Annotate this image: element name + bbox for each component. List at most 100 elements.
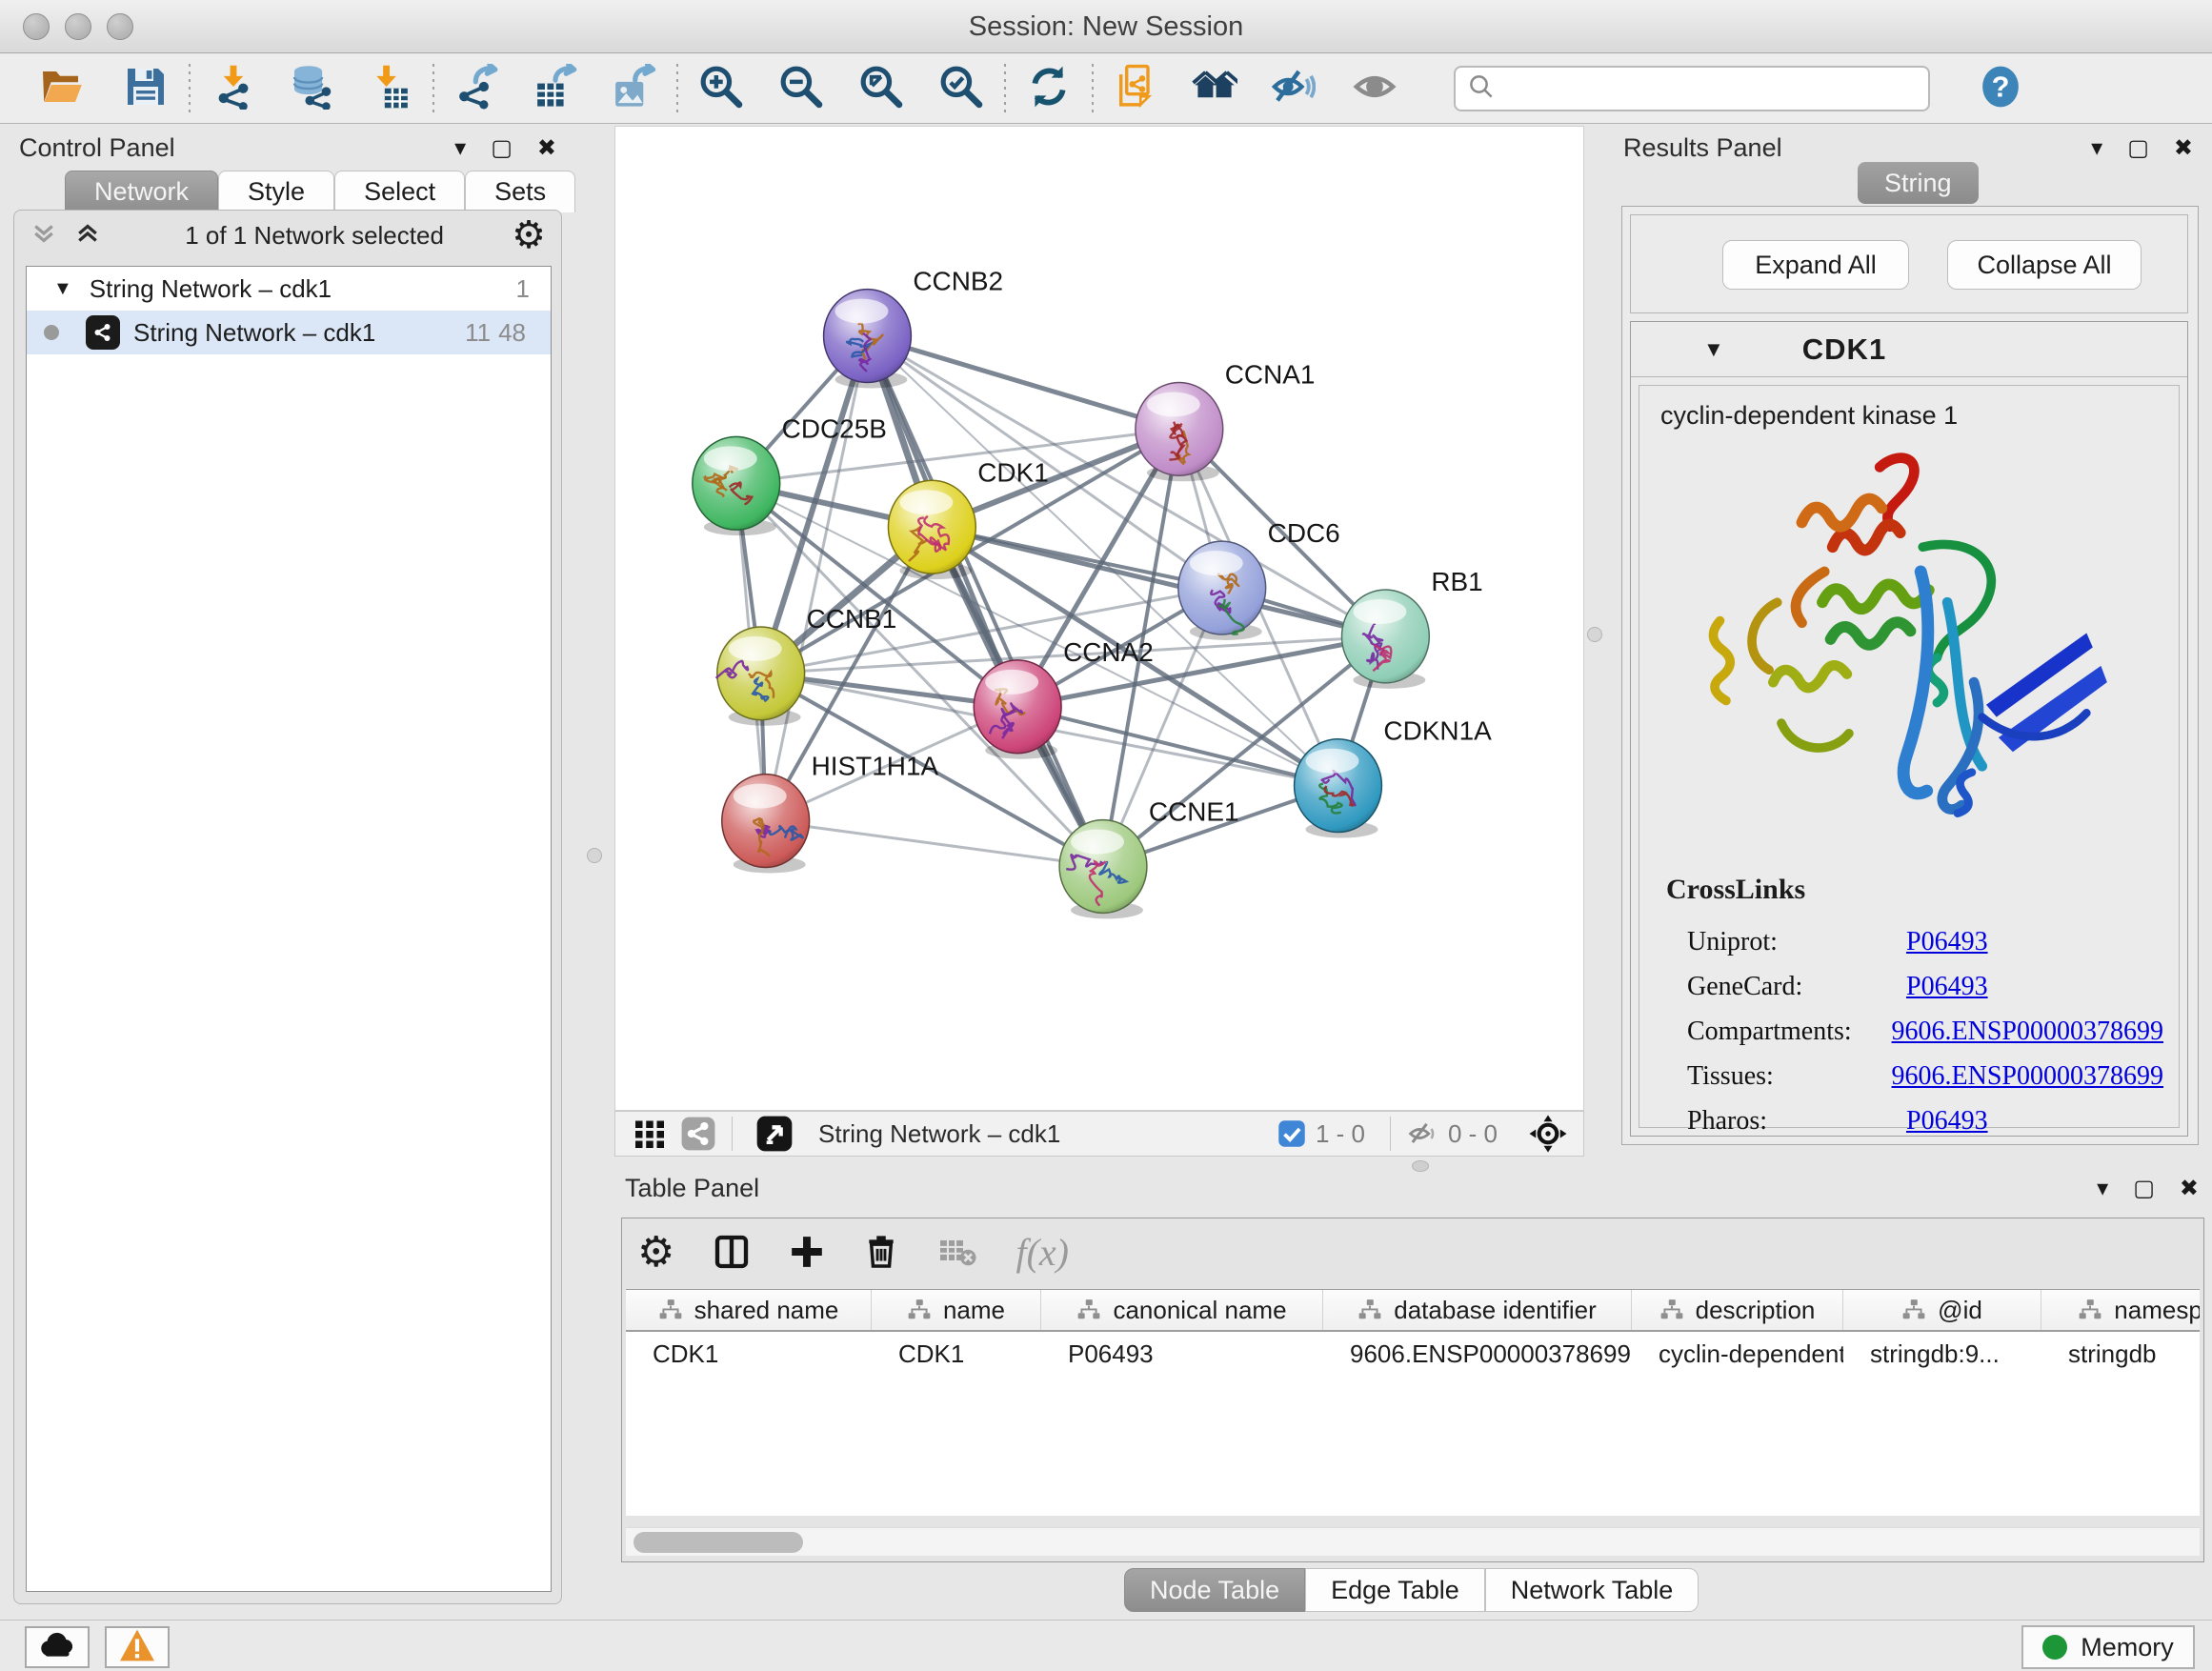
network-selection-status: 1 of 1 Network selected bbox=[117, 221, 512, 251]
crosslink-label: Pharos: bbox=[1687, 1106, 1906, 1137]
network-row-selected[interactable]: String Network – cdk1 11 48 bbox=[27, 311, 551, 354]
scrollbar-thumb[interactable] bbox=[633, 1532, 803, 1553]
panel-close-icon[interactable]: ✖ bbox=[537, 134, 556, 162]
column-header-shared-name[interactable]: shared name bbox=[626, 1290, 872, 1330]
column-header-description[interactable]: description bbox=[1632, 1290, 1843, 1330]
column-header-name[interactable]: name bbox=[872, 1290, 1041, 1330]
crosshair-icon[interactable] bbox=[1528, 1114, 1568, 1154]
horizontal-scrollbar[interactable] bbox=[626, 1527, 2200, 1556]
panel-menu-icon[interactable]: ▾ bbox=[454, 134, 466, 162]
selected-checkbox-icon[interactable] bbox=[1277, 1119, 1306, 1148]
open-in-window-icon[interactable] bbox=[755, 1115, 794, 1153]
network-node-rb1[interactable]: RB1 bbox=[1341, 567, 1482, 689]
show-all-button[interactable] bbox=[1185, 63, 1244, 114]
network-graph[interactable]: CCNB2CCNA1CDC25BCDK1CDC6RB1CCNB1CCNA2CDK… bbox=[615, 127, 1583, 1110]
collection-expand-caret[interactable]: ▼ bbox=[53, 278, 72, 300]
tab-string[interactable]: String bbox=[1858, 162, 1979, 204]
crosslink-value-link[interactable]: P06493 bbox=[1906, 972, 1988, 1002]
birdseye-grid-icon[interactable] bbox=[633, 1117, 667, 1151]
cell-canonical-name[interactable]: P06493 bbox=[1041, 1332, 1323, 1376]
panel-menu-icon[interactable]: ▾ bbox=[2097, 1175, 2108, 1202]
entry-collapse-caret[interactable]: ▼ bbox=[1703, 337, 1724, 362]
tab-network[interactable]: Network bbox=[65, 171, 218, 212]
column-header-database-identifier[interactable]: database identifier bbox=[1323, 1290, 1632, 1330]
tab-network-table[interactable]: Network Table bbox=[1485, 1568, 1699, 1612]
panel-close-icon[interactable]: ✖ bbox=[2174, 134, 2193, 162]
search-input[interactable] bbox=[1454, 66, 1930, 111]
hide-selected-button[interactable] bbox=[1263, 63, 1322, 114]
delete-column-icon[interactable] bbox=[863, 1234, 899, 1270]
crosslink-label: Uniprot: bbox=[1687, 927, 1906, 957]
panel-float-icon[interactable]: ▢ bbox=[2127, 134, 2149, 162]
network-collection-row[interactable]: ▼ String Network – cdk1 1 bbox=[27, 267, 551, 311]
expand-all-button[interactable]: Expand All bbox=[1722, 240, 1909, 290]
crosslink-value-link[interactable]: 9606.ENSP00000378699 bbox=[1892, 1017, 2163, 1047]
column-header--id[interactable]: @id bbox=[1843, 1290, 2041, 1330]
panel-menu-icon[interactable]: ▾ bbox=[2091, 134, 2102, 162]
left-splitter-handle[interactable] bbox=[587, 848, 602, 863]
zoom-out-button[interactable] bbox=[772, 63, 831, 114]
tab-sets[interactable]: Sets bbox=[465, 171, 575, 212]
show-columns-icon[interactable] bbox=[713, 1233, 751, 1271]
crosslink-value-link[interactable]: P06493 bbox=[1906, 927, 1988, 957]
cell-database-identifier[interactable]: 9606.ENSP00000378699 bbox=[1323, 1332, 1632, 1376]
help-icon: ? bbox=[1978, 64, 2023, 114]
expand-all-icon[interactable] bbox=[73, 219, 102, 252]
refresh-icon bbox=[1026, 64, 1072, 114]
refresh-button[interactable] bbox=[1019, 63, 1078, 114]
panel-close-icon[interactable]: ✖ bbox=[2180, 1175, 2199, 1202]
import-table-button[interactable] bbox=[360, 63, 419, 114]
hidden-eye-slash-icon[interactable] bbox=[1406, 1117, 1438, 1150]
clone-network-button[interactable] bbox=[1107, 63, 1166, 114]
collapse-all-icon[interactable] bbox=[30, 219, 58, 252]
column-header-namespace[interactable]: namespace bbox=[2041, 1290, 2200, 1330]
export-image-button[interactable] bbox=[604, 63, 663, 114]
table-options-gear-icon[interactable]: ⚙ bbox=[637, 1228, 674, 1277]
import-network-button[interactable] bbox=[204, 63, 263, 114]
cell-description[interactable]: cyclin-dependent ... bbox=[1632, 1332, 1843, 1376]
network-node-hist1h1a[interactable]: HIST1H1A bbox=[722, 752, 939, 874]
eye-button[interactable] bbox=[1345, 63, 1404, 114]
import-database-button[interactable] bbox=[282, 63, 341, 114]
zoom-fit-button[interactable] bbox=[852, 63, 911, 114]
tab-select[interactable]: Select bbox=[334, 171, 465, 212]
crosslink-row: Pharos:P06493 bbox=[1687, 1098, 2163, 1143]
help-button[interactable]: ? bbox=[1976, 64, 2025, 113]
tab-style[interactable]: Style bbox=[218, 171, 334, 212]
collapse-all-button[interactable]: Collapse All bbox=[1947, 240, 2142, 290]
network-options-gear-icon[interactable]: ⚙ bbox=[512, 216, 546, 254]
panel-float-icon[interactable]: ▢ bbox=[491, 134, 513, 162]
table-row[interactable]: CDK1CDK1P064939606.ENSP00000378699cyclin… bbox=[626, 1332, 2200, 1376]
string-share-icon[interactable] bbox=[680, 1116, 716, 1152]
warnings-button[interactable] bbox=[105, 1626, 170, 1668]
network-view-canvas[interactable]: CCNB2CCNA1CDC25BCDK1CDC6RB1CCNB1CCNA2CDK… bbox=[614, 126, 1584, 1111]
add-column-icon[interactable] bbox=[789, 1234, 825, 1270]
cell--id[interactable]: stringdb:9... bbox=[1843, 1332, 2041, 1376]
cell-shared-name[interactable]: CDK1 bbox=[626, 1332, 872, 1376]
crosslink-value-link[interactable]: 9606.ENSP00000378699 bbox=[1892, 1061, 2163, 1092]
column-header-canonical-name[interactable]: canonical name bbox=[1041, 1290, 1323, 1330]
tab-node-table[interactable]: Node Table bbox=[1124, 1568, 1305, 1612]
tab-edge-table[interactable]: Edge Table bbox=[1305, 1568, 1485, 1612]
network-node-ccne1[interactable]: CCNE1 bbox=[1059, 797, 1239, 919]
zoom-fit-icon bbox=[858, 64, 904, 114]
panel-float-icon[interactable]: ▢ bbox=[2133, 1175, 2155, 1202]
zoom-selected-button[interactable] bbox=[932, 63, 991, 114]
network-node-cdkn1a[interactable]: CDKN1A bbox=[1295, 716, 1493, 838]
crosslink-row: Uniprot:P06493 bbox=[1687, 919, 2163, 964]
export-network-button[interactable] bbox=[448, 63, 507, 114]
cloud-button[interactable] bbox=[25, 1626, 90, 1668]
right-splitter-handle[interactable] bbox=[1587, 627, 1602, 642]
export-table-button[interactable] bbox=[526, 63, 585, 114]
network-node-ccna1[interactable]: CCNA1 bbox=[1136, 359, 1316, 481]
zoom-in-button[interactable] bbox=[692, 63, 751, 114]
crosslink-value-link[interactable]: P06493 bbox=[1906, 1106, 1988, 1137]
save-session-button[interactable] bbox=[116, 63, 175, 114]
zoom-in-icon bbox=[698, 64, 744, 114]
cell-namespace[interactable]: stringdb bbox=[2041, 1332, 2200, 1376]
memory-button[interactable]: Memory bbox=[2021, 1625, 2195, 1669]
node-table[interactable]: shared namenamecanonical namedatabase id… bbox=[626, 1289, 2200, 1516]
network-node-cdc25b[interactable]: CDC25B bbox=[693, 413, 887, 535]
cell-name[interactable]: CDK1 bbox=[872, 1332, 1041, 1376]
open-session-button[interactable] bbox=[32, 63, 91, 114]
